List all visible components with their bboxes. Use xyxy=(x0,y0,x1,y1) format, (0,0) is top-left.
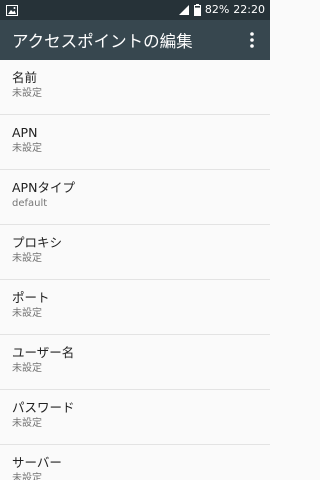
setting-summary: 未設定 xyxy=(12,308,42,319)
setting-item-server[interactable]: サーバー 未設定 xyxy=(0,445,270,480)
app-bar: アクセスポイントの編集 xyxy=(0,20,270,60)
setting-item-port[interactable]: ポート 未設定 xyxy=(0,280,270,335)
battery-percent: 82% xyxy=(204,3,230,16)
apn-settings-list: 名前 未設定 APN 未設定 APNタイプ default プロキシ 未設定 ポ… xyxy=(0,60,270,480)
setting-title: ユーザー名 xyxy=(12,345,75,360)
setting-summary: 未設定 xyxy=(12,473,42,480)
setting-summary: default xyxy=(12,198,48,209)
page-title: アクセスポイントの編集 xyxy=(12,32,193,51)
setting-item-apn[interactable]: APN 未設定 xyxy=(0,115,270,170)
setting-item-apn-type[interactable]: APNタイプ default xyxy=(0,170,270,225)
status-bar-left xyxy=(6,1,18,20)
setting-item-password[interactable]: パスワード 未設定 xyxy=(0,390,270,445)
signal-icon xyxy=(178,1,190,20)
setting-item-username[interactable]: ユーザー名 未設定 xyxy=(0,335,270,390)
setting-title: APNタイプ xyxy=(12,180,75,195)
setting-title: プロキシ xyxy=(12,235,63,250)
status-bar: 82% 22:20 xyxy=(0,0,270,20)
setting-item-proxy[interactable]: プロキシ 未設定 xyxy=(0,225,270,280)
apn-edit-screen: 82% 22:20 アクセスポイントの編集 名前 未設定 APN 未設定 APN… xyxy=(0,0,270,480)
setting-summary: 未設定 xyxy=(12,363,42,374)
setting-item-name[interactable]: 名前 未設定 xyxy=(0,60,270,115)
setting-summary: 未設定 xyxy=(12,88,42,99)
battery-icon xyxy=(193,1,201,20)
image-notification-icon xyxy=(6,1,18,20)
setting-summary: 未設定 xyxy=(12,253,42,264)
setting-summary: 未設定 xyxy=(12,143,42,154)
setting-summary: 未設定 xyxy=(12,418,42,429)
status-bar-right: 82% 22:20 xyxy=(178,0,265,20)
setting-title: APN xyxy=(12,125,38,140)
setting-title: 名前 xyxy=(12,70,38,85)
setting-title: サーバー xyxy=(12,455,62,470)
status-time: 22:20 xyxy=(233,3,265,16)
setting-title: パスワード xyxy=(12,400,75,415)
setting-title: ポート xyxy=(12,290,50,305)
more-vert-icon[interactable] xyxy=(244,26,260,54)
